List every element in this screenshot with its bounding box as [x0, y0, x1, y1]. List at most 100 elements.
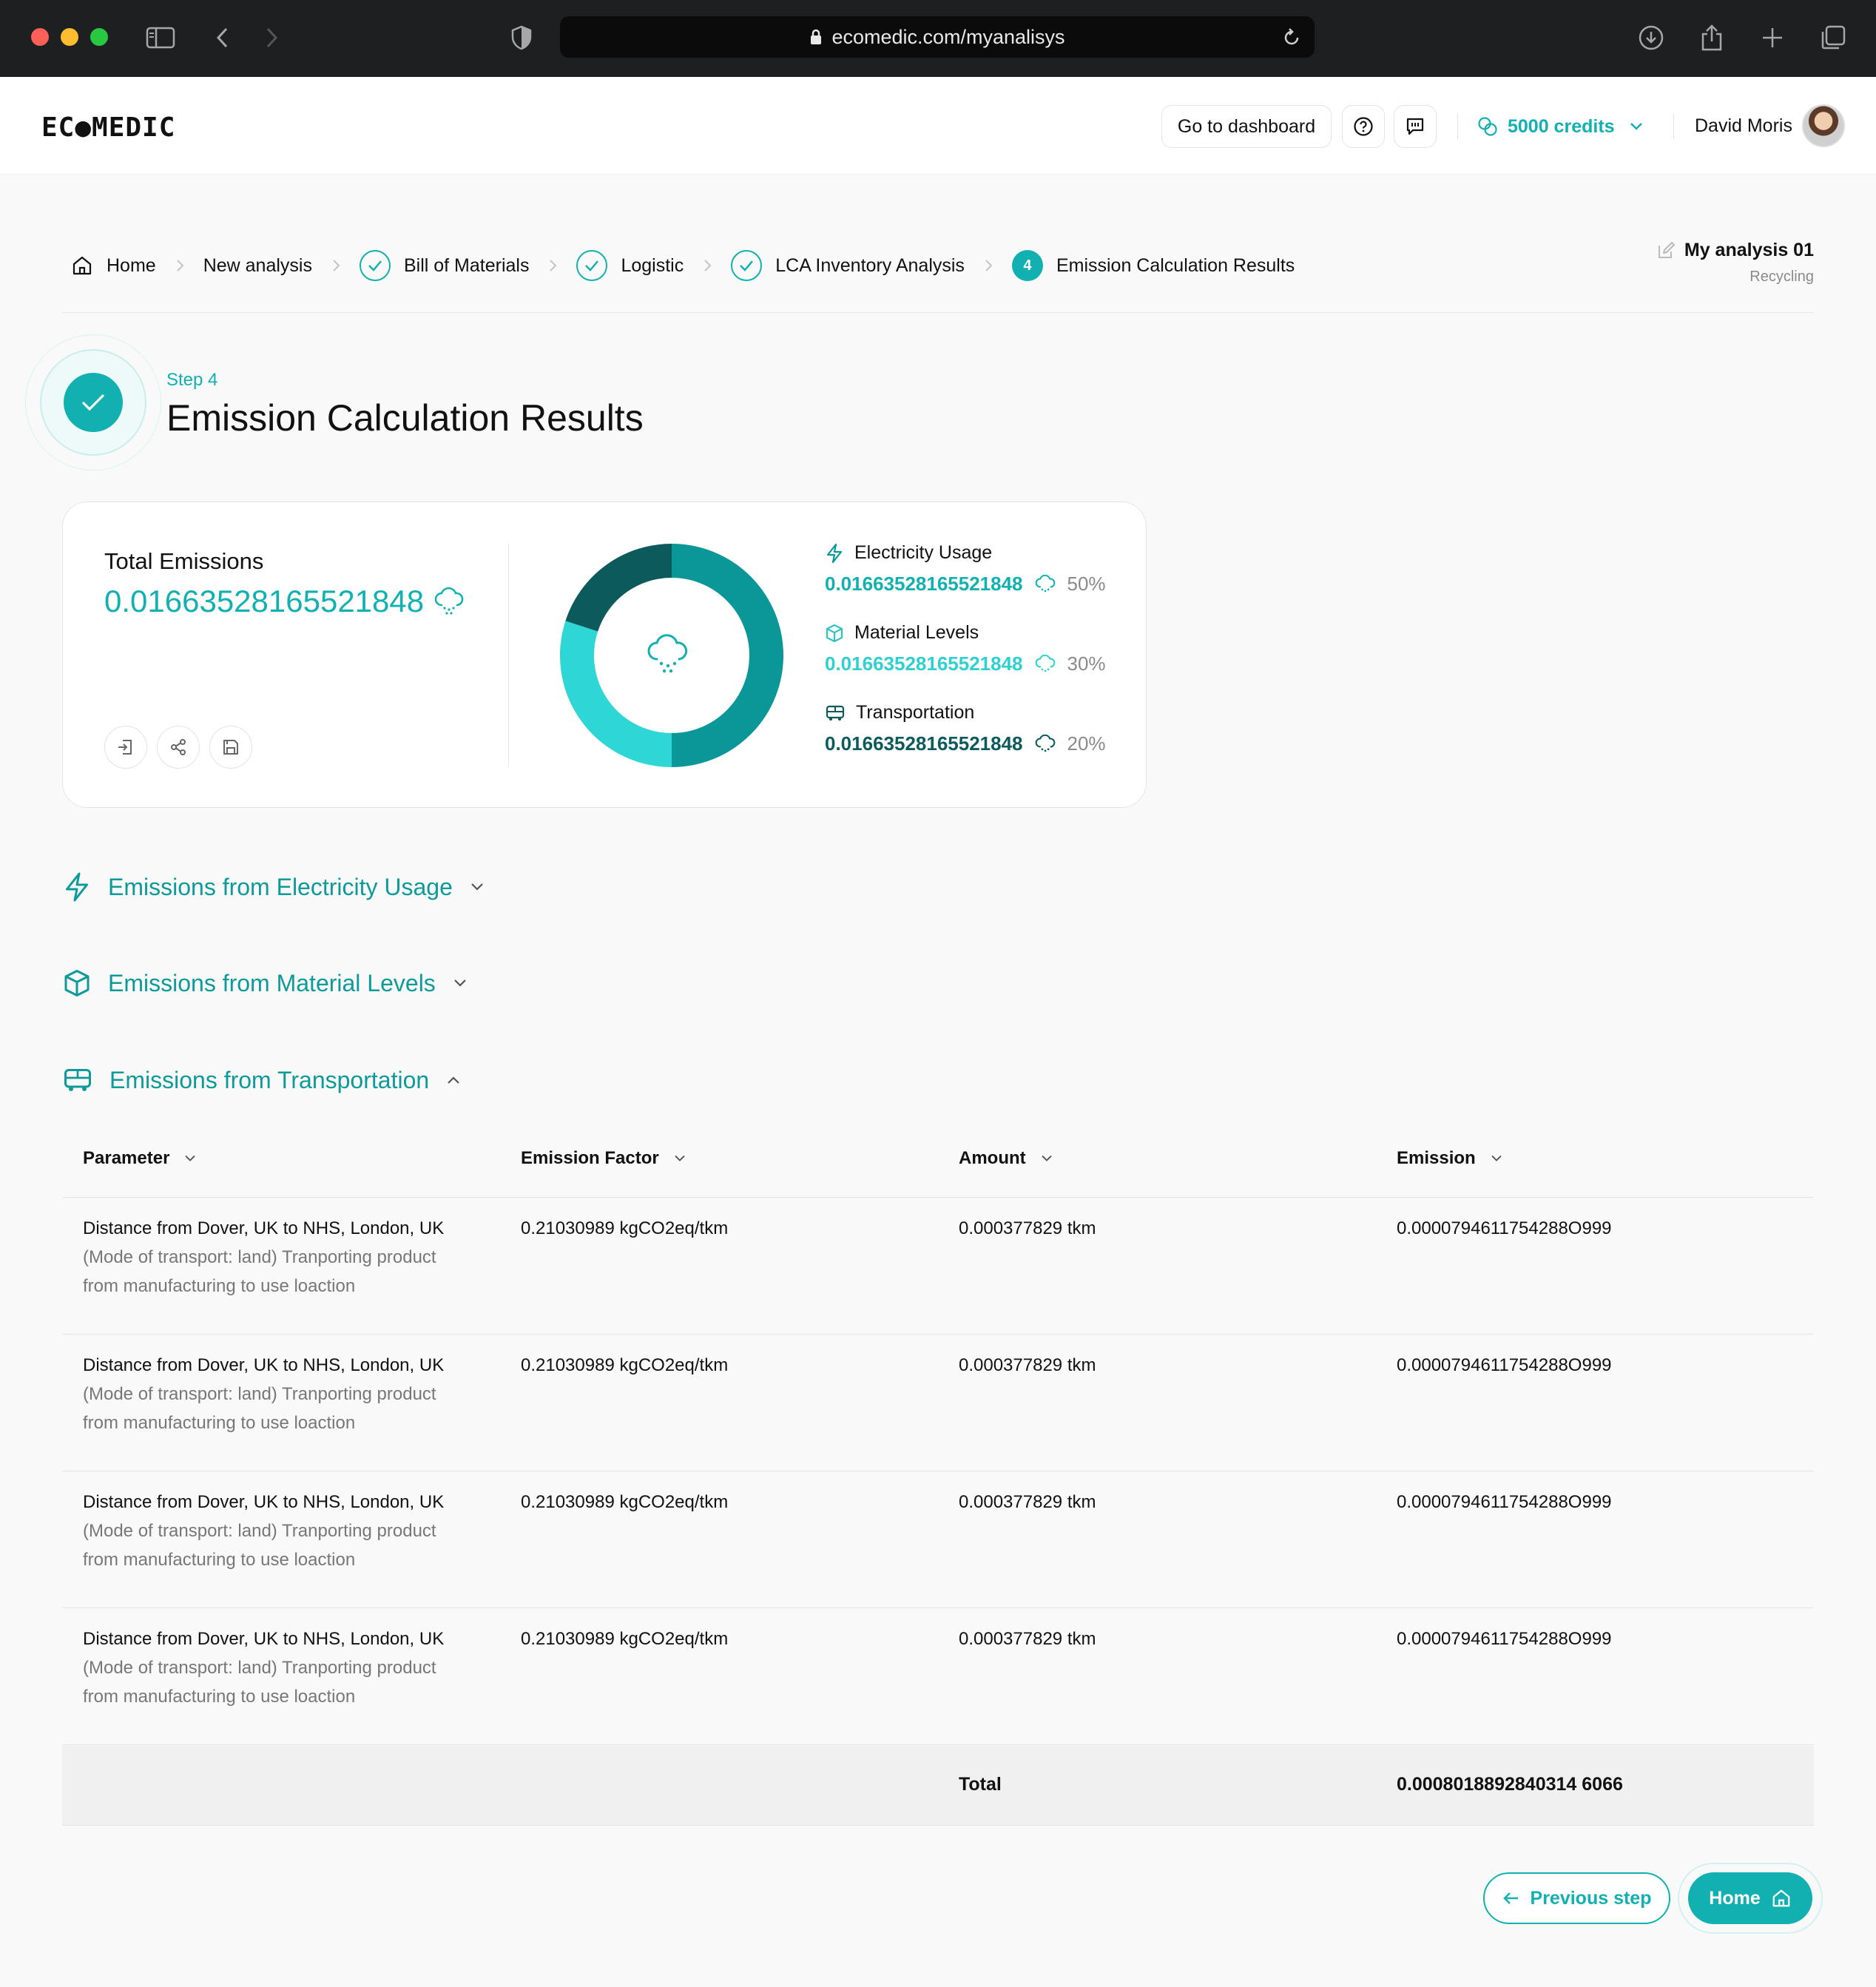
- table-total-row: Total 0.0008018892840314 6066: [62, 1746, 1814, 1826]
- breadcrumb-label: Logistic: [621, 254, 684, 276]
- breadcrumb-bill-of-materials[interactable]: Bill of Materials: [359, 250, 530, 281]
- user-name[interactable]: David Moris: [1695, 115, 1792, 137]
- edit-icon[interactable]: [1656, 241, 1676, 260]
- address-bar[interactable]: ecomedic.com/myanalisys: [560, 16, 1315, 58]
- previous-step-label: Previous step: [1530, 1887, 1652, 1909]
- shield-icon[interactable]: [503, 19, 540, 56]
- chevron-right-icon: [176, 260, 184, 271]
- chevron-down-icon: [675, 1155, 685, 1161]
- section-material-toggle[interactable]: Emissions from Material Levels: [62, 968, 468, 999]
- save-icon: [223, 740, 238, 755]
- cube-icon: [64, 970, 90, 996]
- credits-label: 5000 credits: [1508, 115, 1615, 137]
- forward-icon[interactable]: [253, 19, 290, 56]
- emission-factor-cell: 0.21030989 kgCO2eq/tkm: [521, 1218, 729, 1238]
- table-row: Distance from Dover, UK to NHS, London, …: [62, 1471, 1814, 1608]
- total-value: 0.0008018892840314 6066: [1397, 1774, 1623, 1795]
- chevron-right-icon: [550, 260, 557, 271]
- column-header-amount[interactable]: Amount: [959, 1148, 1054, 1169]
- emission-factor-cell: 0.21030989 kgCO2eq/tkm: [521, 1492, 729, 1512]
- amount-cell: 0.000377829 tkm: [959, 1492, 1096, 1512]
- check-circle-icon: [576, 250, 608, 281]
- reload-icon[interactable]: [1282, 27, 1301, 47]
- legend-label: Material Levels: [854, 622, 979, 643]
- section-transportation-toggle[interactable]: Emissions from Transportation: [62, 1065, 462, 1095]
- parameter-description: (Mode of transport: land) Tranporting pr…: [83, 1521, 436, 1541]
- feedback-icon[interactable]: [1394, 105, 1437, 148]
- close-window-button[interactable]: [31, 28, 49, 46]
- arrow-left-icon: [1502, 1892, 1518, 1904]
- breadcrumb-label: Home: [107, 254, 156, 276]
- breadcrumb-logistic[interactable]: Logistic: [576, 250, 684, 281]
- breadcrumb-home[interactable]: Home: [71, 254, 156, 277]
- legend-value: 0.01663528165521848: [825, 652, 1023, 675]
- column-header-parameter[interactable]: Parameter: [83, 1148, 198, 1169]
- tabs-overview-icon[interactable]: [1815, 19, 1852, 56]
- legend-percent: 50%: [1067, 573, 1106, 595]
- breadcrumb-label: Bill of Materials: [403, 254, 530, 276]
- parameter-name: Distance from Dover, UK to NHS, London, …: [83, 1492, 445, 1512]
- avatar[interactable]: [1802, 104, 1845, 147]
- amount-cell: 0.000377829 tkm: [959, 1355, 1096, 1375]
- legend-transportation: Transportation 0.01663528165521848 20%: [825, 702, 1106, 755]
- breadcrumb-emission-calculation-results[interactable]: 4 Emission Calculation Results: [1011, 250, 1295, 281]
- co2-cloud-icon: [1035, 734, 1055, 752]
- emission-cell: 0.0000794611754288O999: [1397, 1218, 1612, 1238]
- column-header-emission-factor[interactable]: Emission Factor: [521, 1148, 687, 1169]
- chevron-down-icon: [185, 1155, 196, 1161]
- minimize-window-button[interactable]: [61, 28, 78, 46]
- header-divider: [1457, 114, 1458, 139]
- analysis-name[interactable]: My analysis 01: [1684, 240, 1814, 261]
- analysis-info: My analysis 01 Recycling: [1656, 240, 1814, 286]
- divider: [62, 312, 1814, 313]
- go-to-dashboard-button[interactable]: Go to dashboard: [1161, 105, 1332, 148]
- save-button[interactable]: [209, 726, 252, 769]
- share-nodes-icon: [171, 739, 186, 755]
- column-header-label: Amount: [959, 1148, 1026, 1168]
- section-electricity-toggle[interactable]: Emissions from Electricity Usage: [62, 871, 485, 903]
- parameter-cell: Distance from Dover, UK to NHS, London, …: [83, 1351, 497, 1437]
- breadcrumb-lca-inventory-analysis[interactable]: LCA Inventory Analysis: [731, 250, 965, 281]
- maximize-window-button[interactable]: [90, 28, 108, 46]
- back-icon[interactable]: [204, 19, 241, 56]
- help-icon[interactable]: [1342, 105, 1385, 148]
- home-button[interactable]: Home: [1688, 1872, 1812, 1924]
- breadcrumb-label: Emission Calculation Results: [1056, 254, 1295, 276]
- share-button[interactable]: [157, 726, 200, 769]
- table-row: Distance from Dover, UK to NHS, London, …: [62, 1198, 1814, 1335]
- home-icon: [72, 256, 92, 275]
- bus-icon: [826, 705, 845, 721]
- share-icon[interactable]: [1693, 19, 1730, 56]
- header-divider: [1673, 114, 1674, 139]
- total-emissions-card: Total Emissions 0.01663528165521848 Elec…: [62, 502, 1147, 808]
- ecomedic-logo[interactable]: EC●MEDIC: [41, 112, 175, 143]
- chevron-right-icon: [704, 260, 712, 271]
- new-tab-icon[interactable]: [1754, 19, 1791, 56]
- breadcrumb-label: LCA Inventory Analysis: [775, 254, 965, 276]
- emission-cell: 0.0000794611754288O999: [1397, 1629, 1612, 1649]
- parameter-cell: Distance from Dover, UK to NHS, London, …: [83, 1625, 497, 1711]
- parameter-name: Distance from Dover, UK to NHS, London, …: [83, 1355, 445, 1375]
- legend-value: 0.01663528165521848: [825, 573, 1023, 595]
- sidebar-toggle-icon[interactable]: [142, 19, 179, 56]
- check-circle-icon: [359, 250, 391, 281]
- export-button[interactable]: [104, 726, 147, 769]
- breadcrumb-new-analysis[interactable]: New analysis: [203, 255, 312, 277]
- legend-material: Material Levels 0.01663528165521848 30%: [825, 622, 1106, 675]
- chevron-down-icon: [471, 883, 483, 891]
- credits-dropdown[interactable]: 5000 credits: [1477, 105, 1644, 148]
- cloud-icon: [647, 634, 688, 673]
- download-icon[interactable]: [1633, 19, 1670, 56]
- coins-icon: [1478, 117, 1497, 136]
- parameter-description: from manufacturing to use loaction: [83, 1276, 356, 1296]
- export-icon: [118, 740, 132, 755]
- step-number-badge: 4: [1011, 250, 1043, 281]
- column-header-emission[interactable]: Emission: [1397, 1148, 1504, 1169]
- emission-cell: 0.0000794611754288O999: [1397, 1492, 1612, 1512]
- parameter-description: (Mode of transport: land) Tranporting pr…: [83, 1658, 436, 1678]
- parameter-description: (Mode of transport: land) Tranporting pr…: [83, 1384, 436, 1404]
- page-title: Emission Calculation Results: [166, 397, 644, 439]
- parameter-description: from manufacturing to use loaction: [83, 1687, 356, 1707]
- previous-step-button[interactable]: Previous step: [1483, 1872, 1670, 1924]
- chevron-right-icon: [333, 260, 340, 271]
